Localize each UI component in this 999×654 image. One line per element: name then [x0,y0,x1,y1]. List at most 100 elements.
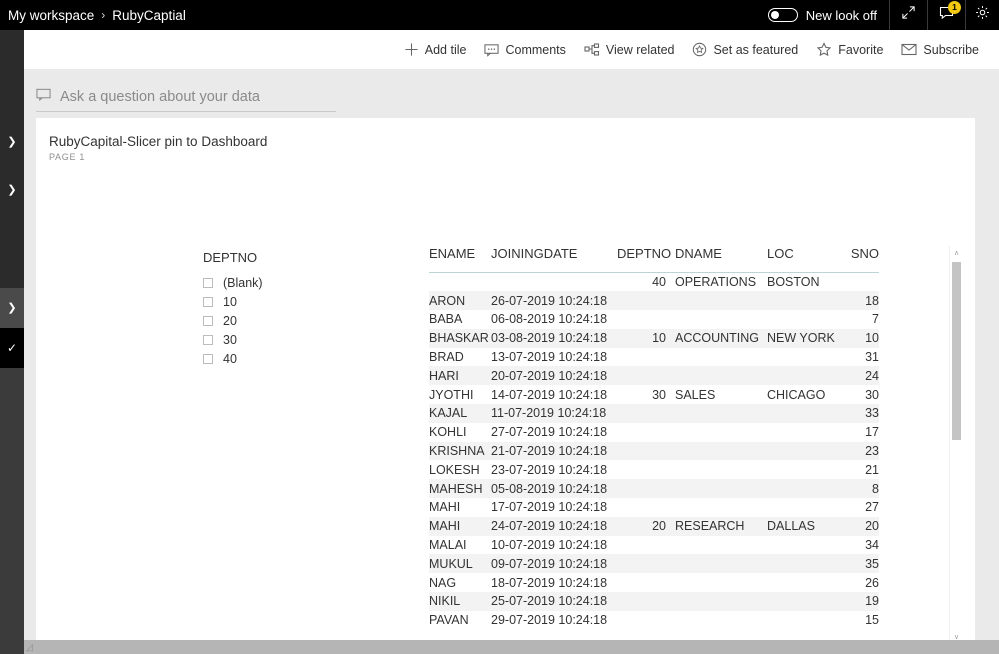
slicer-item[interactable]: 20 [203,312,393,330]
checkbox-icon[interactable] [203,354,213,364]
favorite-button[interactable]: Favorite [807,35,892,65]
qna-search-box[interactable]: Ask a question about your data [36,82,336,112]
cell-ename: ARON [429,291,491,311]
cell-ename: KOHLI [429,425,467,440]
cell-loc [767,441,845,461]
tile-subtitle: PAGE 1 [49,152,86,162]
cell-sno: 34 [865,538,879,553]
favorite-label: Favorite [838,42,884,57]
sidebar-item-3[interactable]: ❯ [0,166,24,214]
breadcrumb-workspace[interactable]: My workspace [8,8,94,23]
vertical-scrollbar-thumb[interactable] [952,262,961,440]
cell-dname [675,404,767,423]
table-row[interactable]: HARI 20-07-2019 10:24:18 24 [429,366,879,386]
cell-loc: DALLAS [767,516,845,536]
settings-button[interactable] [965,0,999,30]
checkbox-icon[interactable] [203,297,213,307]
column-header-ename[interactable]: ENAME [429,246,491,273]
slicer-item[interactable]: (Blank) [203,274,393,292]
cell-ename: MALAI [429,538,467,553]
cell-deptno [617,423,675,442]
slicer-item-list: (Blank) 10 20 30 40 [203,274,393,368]
subscribe-button[interactable]: Subscribe [892,35,988,65]
cell-loc [767,554,845,574]
checkbox-icon[interactable] [203,278,213,288]
scroll-up-arrow-icon[interactable]: ∧ [950,246,963,259]
column-header-joiningdate[interactable]: JOININGDATE [491,246,617,273]
dashboard-tile[interactable]: RubyCapital-Slicer pin to Dashboard PAGE… [36,118,975,651]
table-row[interactable]: MALAI 10-07-2019 10:24:18 34 [429,536,879,555]
cell-deptno [617,348,675,367]
table-row[interactable]: MAHESH 05-08-2019 10:24:18 8 [429,479,879,499]
sidebar-item-2[interactable]: ❯ [0,118,24,166]
table-vertical-scrollbar[interactable]: ∧ ∨ [949,246,962,643]
cell-dname [675,498,767,517]
table-row[interactable]: KRISHNA 21-07-2019 10:24:18 23 [429,441,879,461]
cell-ename: MAHI [429,516,491,536]
column-header-sno[interactable]: SNO [845,246,879,273]
table-row[interactable]: BABA 06-08-2019 10:24:18 7 [429,310,879,329]
table-row[interactable]: ARON 26-07-2019 10:24:18 18 [429,291,879,311]
table-row[interactable]: 40 OPERATIONS BOSTON [429,273,879,292]
resize-grip-icon[interactable]: ◿ [26,642,33,653]
cell-joiningdate: 13-07-2019 10:24:18 [491,350,608,365]
cell-sno [845,273,879,292]
table-row[interactable]: JYOTHI 14-07-2019 10:24:18 30 SALES CHICAGO 3… [429,385,879,404]
data-table-container[interactable]: ENAME JOININGDATE DEPTNO DNAME LOC SNO 4… [429,246,939,630]
chevron-right-icon: ❯ [7,301,17,314]
cell-joiningdate: 10-07-2019 10:24:18 [491,538,608,553]
cell-dname [675,611,767,630]
table-row[interactable]: PAVAN 29-07-2019 10:24:18 15 [429,611,879,630]
slicer-item[interactable]: 30 [203,331,393,349]
checkbox-icon[interactable] [203,335,213,345]
cell-deptno [617,291,675,311]
dashboard-command-bar: Add tile Comments View related Set as fe… [24,30,999,69]
toggle-track[interactable] [767,8,798,22]
cell-sno: 18 [845,291,879,311]
slicer-item[interactable]: 40 [203,350,393,368]
deptno-slicer[interactable]: DEPTNO (Blank) 10 20 30 40 [203,250,393,369]
table-row[interactable]: NIKIL 25-07-2019 10:24:18 19 [429,592,879,611]
new-look-toggle[interactable]: New look off [760,8,889,23]
comments-button[interactable]: Comments [475,35,574,65]
cell-deptno [617,366,675,386]
slicer-item[interactable]: 10 [203,293,393,311]
view-related-label: View related [605,42,675,57]
table-row[interactable]: KAJAL 11-07-2019 10:24:18 33 [429,404,879,423]
cell-deptno [617,498,675,517]
fullscreen-button[interactable] [889,0,927,30]
view-related-button[interactable]: View related [575,35,684,65]
set-as-featured-button[interactable]: Set as featured [683,35,807,65]
cell-loc: BOSTON [767,275,820,290]
column-header-deptno[interactable]: DEPTNO [617,246,675,273]
top-bar-actions: New look off 1 [760,0,999,30]
column-header-loc[interactable]: LOC [767,246,845,273]
cell-joiningdate: 05-08-2019 10:24:18 [491,479,617,499]
table-row[interactable]: BRAD 13-07-2019 10:24:18 31 [429,348,879,367]
table-row[interactable]: MUKUL 09-07-2019 10:24:18 35 [429,554,879,574]
sidebar-item-4[interactable] [0,214,24,288]
sidebar-item-5-hover[interactable]: ❯ [0,288,24,328]
table-row[interactable]: NAG 18-07-2019 10:24:18 26 [429,573,879,592]
column-header-dname[interactable]: DNAME [675,246,767,273]
cell-deptno: 20 [617,516,675,536]
cell-joiningdate: 18-07-2019 10:24:18 [491,575,608,590]
breadcrumb-report-name[interactable]: RubyCaptial [112,8,186,23]
checkbox-icon[interactable] [203,316,213,326]
cell-sno: 21 [865,462,879,477]
announcements-button[interactable]: 1 [927,0,965,30]
cell-ename: HARI [429,366,491,386]
sidebar-item-1[interactable] [0,30,24,118]
comment-icon [484,43,500,57]
add-tile-label: Add tile [424,42,467,57]
cell-loc [767,291,845,311]
table-row[interactable]: LOKESH 23-07-2019 10:24:18 21 [429,460,879,479]
cell-loc [767,366,845,386]
sidebar-item-6-selected[interactable]: ✓ [0,328,24,368]
add-tile-button[interactable]: Add tile [395,35,476,65]
table-row[interactable]: KOHLI 27-07-2019 10:24:18 17 [429,423,879,442]
table-row[interactable]: MAHI 24-07-2019 10:24:18 20 RESEARCH DALLAS 2… [429,516,879,536]
table-row[interactable]: BHASKAR 03-08-2019 10:24:18 10 ACCOUNTING NE… [429,328,879,348]
table-row[interactable]: MAHI 17-07-2019 10:24:18 27 [429,498,879,517]
cell-loc [767,348,845,367]
